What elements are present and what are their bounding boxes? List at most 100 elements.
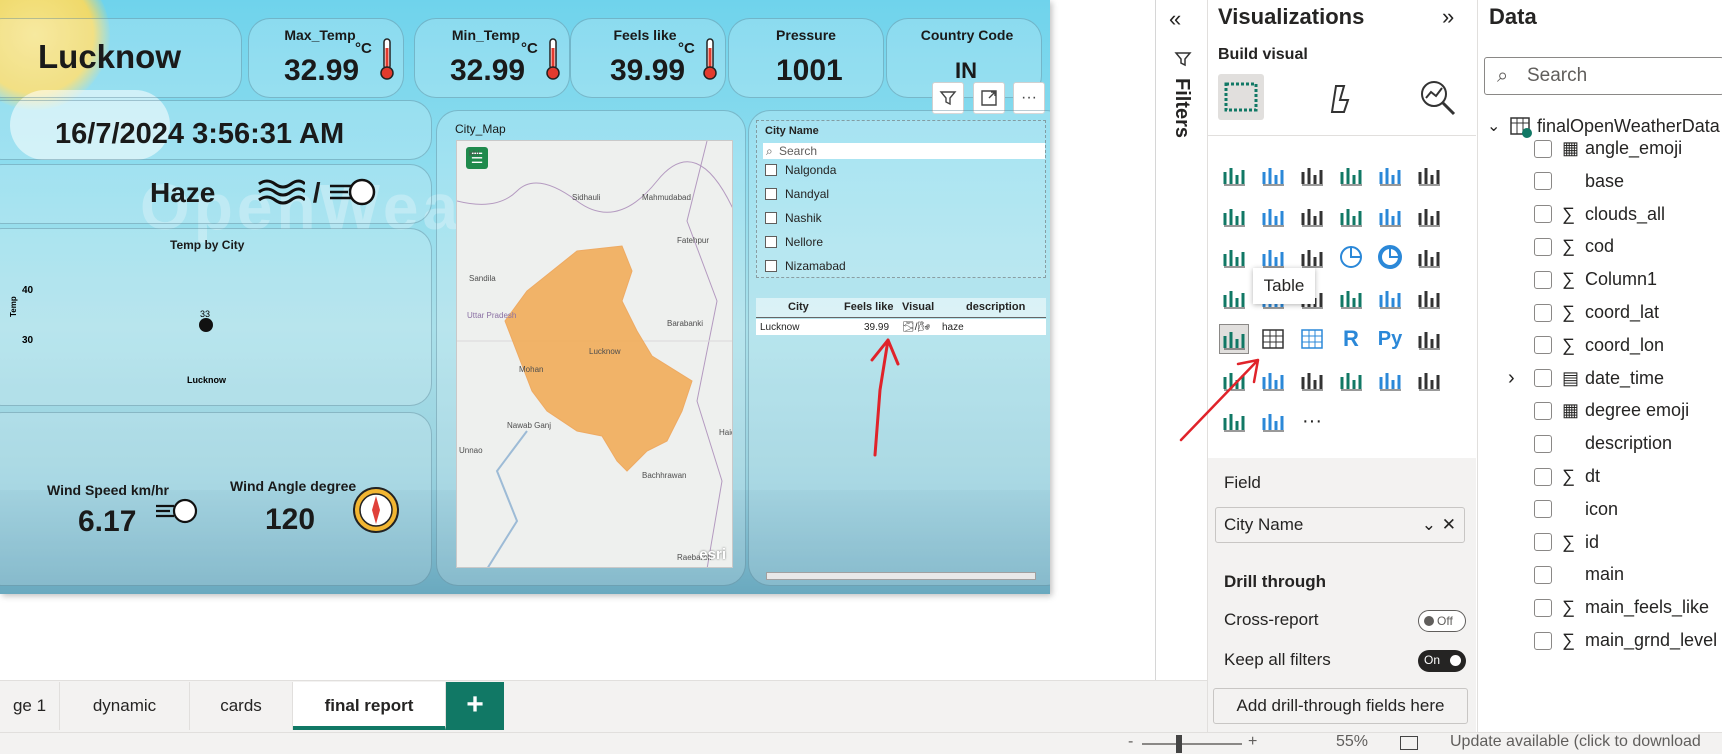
checkbox[interactable] [1534, 631, 1552, 650]
matrix-icon[interactable] [1297, 324, 1327, 354]
tab-page-1[interactable]: ge 1 [0, 682, 60, 730]
smart-narrative-icon[interactable] [1375, 365, 1405, 395]
field-item[interactable]: ▦ angle_emoji [1534, 138, 1682, 159]
checkbox[interactable] [1534, 172, 1552, 191]
field-item[interactable]: ∑ clouds_all [1534, 204, 1665, 225]
zoom-slider-thumb[interactable] [1176, 735, 1182, 753]
tab-final-report[interactable]: final report [293, 682, 446, 730]
field-item[interactable]: ∑ coord_lat [1534, 302, 1659, 323]
checkbox[interactable] [1534, 369, 1552, 388]
line-chart-icon[interactable] [1219, 201, 1249, 231]
more-visuals-icon[interactable]: ··· [1297, 406, 1327, 436]
field-item[interactable]: ∑ main_grnd_level [1534, 630, 1717, 651]
field-item[interactable]: ∑ Column1 [1534, 269, 1657, 290]
checkbox[interactable] [765, 164, 777, 176]
slicer-item[interactable]: Nellore [765, 235, 823, 249]
close-icon[interactable]: ✕ [1442, 508, 1456, 542]
field-item[interactable]: › ▤ date_time [1508, 367, 1664, 389]
cross-report-toggle[interactable]: Off [1418, 610, 1466, 632]
checkbox[interactable] [1534, 270, 1552, 289]
filters-label[interactable]: Filters [1170, 78, 1193, 138]
card-icon[interactable] [1336, 283, 1366, 313]
key-influencers-icon[interactable] [1414, 324, 1444, 354]
add-drill-through-field[interactable]: Add drill-through fields here [1213, 688, 1468, 724]
area-chart-icon[interactable] [1258, 201, 1288, 231]
slicer-item[interactable]: Nizamabad [765, 259, 846, 273]
field-item[interactable]: base [1534, 171, 1624, 192]
kpi-icon[interactable] [1414, 283, 1444, 313]
ribbon-chart-icon[interactable] [1414, 201, 1444, 231]
python-visual-icon[interactable]: Py [1375, 324, 1405, 354]
waterfall-chart-icon[interactable] [1219, 242, 1249, 272]
field-item[interactable]: ∑ cod [1534, 236, 1614, 257]
report-canvas[interactable]: OpenWeather Lucknow Max_Temp 32.99 °C Mi… [0, 0, 1050, 594]
pie-chart-icon[interactable] [1336, 242, 1366, 272]
field-item[interactable]: ∑ id [1534, 532, 1599, 553]
checkbox[interactable] [765, 188, 777, 200]
checkbox[interactable] [1534, 598, 1552, 617]
100-column-chart-icon[interactable] [1414, 160, 1444, 190]
field-item[interactable]: ∑ main_feels_like [1534, 597, 1709, 618]
chevron-down-icon[interactable]: ⌄ [1487, 116, 1500, 136]
city-map[interactable]: ☰ Sidhauli Mahmudabad Fatehpur Sandila B… [456, 140, 733, 568]
column-header[interactable]: City [788, 301, 809, 313]
slicer-item[interactable]: Nalgonda [765, 163, 836, 177]
checkbox[interactable] [1534, 303, 1552, 322]
checkbox[interactable] [1534, 434, 1552, 453]
donut-chart-icon[interactable] [1375, 242, 1405, 272]
checkbox[interactable] [1534, 139, 1552, 158]
zoom-in-button[interactable]: + [1248, 733, 1257, 751]
chevron-right-icon[interactable]: › [1508, 367, 1515, 390]
update-notice[interactable]: Update available (click to download [1450, 733, 1701, 751]
checkbox[interactable] [1534, 500, 1552, 519]
stacked-column-chart-icon[interactable] [1258, 160, 1288, 190]
checkbox[interactable] [1534, 205, 1552, 224]
temp-chart[interactable]: 30 40 Temp 33 Lucknow [0, 255, 430, 405]
expand-right-icon[interactable]: » [1442, 4, 1454, 30]
checkbox[interactable] [1534, 565, 1552, 584]
tab-dynamic[interactable]: dynamic [60, 682, 190, 730]
checkbox[interactable] [765, 236, 777, 248]
slicer-item[interactable]: Nandyal [765, 187, 829, 201]
clustered-column-chart-icon[interactable] [1336, 160, 1366, 190]
checkbox[interactable] [765, 260, 777, 272]
zoom-out-button[interactable]: - [1128, 733, 1133, 751]
100-bar-chart-icon[interactable] [1375, 160, 1405, 190]
add-page-button[interactable]: + [446, 682, 504, 730]
fit-to-page-icon[interactable] [1400, 736, 1418, 750]
analytics-icon[interactable] [1418, 78, 1458, 118]
goals-icon[interactable] [1336, 365, 1366, 395]
zoom-slider[interactable] [1142, 743, 1242, 745]
treemap-icon[interactable] [1414, 242, 1444, 272]
data-search-input[interactable]: ⌕ Search [1484, 57, 1722, 95]
build-visual-tab[interactable] [1218, 74, 1264, 120]
multi-row-card-icon[interactable] [1375, 283, 1405, 313]
data-point[interactable] [199, 318, 213, 332]
chevron-down-icon[interactable]: ⌄ [1422, 508, 1436, 542]
checkbox[interactable] [765, 212, 777, 224]
column-header[interactable]: Visual [902, 301, 934, 313]
format-visual-icon[interactable] [1322, 80, 1358, 116]
line-column-chart-icon[interactable] [1336, 201, 1366, 231]
city-slicer[interactable]: City Name ⌕ Search Nalgonda Nandyal Nash… [756, 120, 1046, 278]
horizontal-scrollbar[interactable] [766, 572, 1036, 580]
field-item[interactable]: description [1534, 433, 1672, 454]
checkbox[interactable] [1534, 401, 1552, 420]
column-header[interactable]: description [966, 301, 1025, 313]
stacked-area-chart-icon[interactable] [1297, 201, 1327, 231]
field-item[interactable]: ▦ degree emoji [1534, 400, 1689, 421]
field-item[interactable]: ∑ dt [1534, 466, 1600, 487]
field-well-city-name[interactable]: City Name ⌄ ✕ [1215, 507, 1465, 543]
paginated-report-icon[interactable] [1297, 365, 1327, 395]
map-icon[interactable] [1219, 283, 1249, 313]
slicer-item[interactable]: Nashik [765, 211, 822, 225]
column-header[interactable]: Feels like [844, 301, 894, 313]
clustered-bar-chart-icon[interactable] [1297, 160, 1327, 190]
field-item[interactable]: main [1534, 564, 1624, 585]
checkbox[interactable] [1534, 237, 1552, 256]
stacked-bar-chart-icon[interactable] [1219, 160, 1249, 190]
checkbox[interactable] [1534, 467, 1552, 486]
checkbox[interactable] [1534, 533, 1552, 552]
r-visual-icon[interactable]: R [1336, 324, 1366, 354]
keep-filters-toggle[interactable]: On [1418, 650, 1466, 672]
